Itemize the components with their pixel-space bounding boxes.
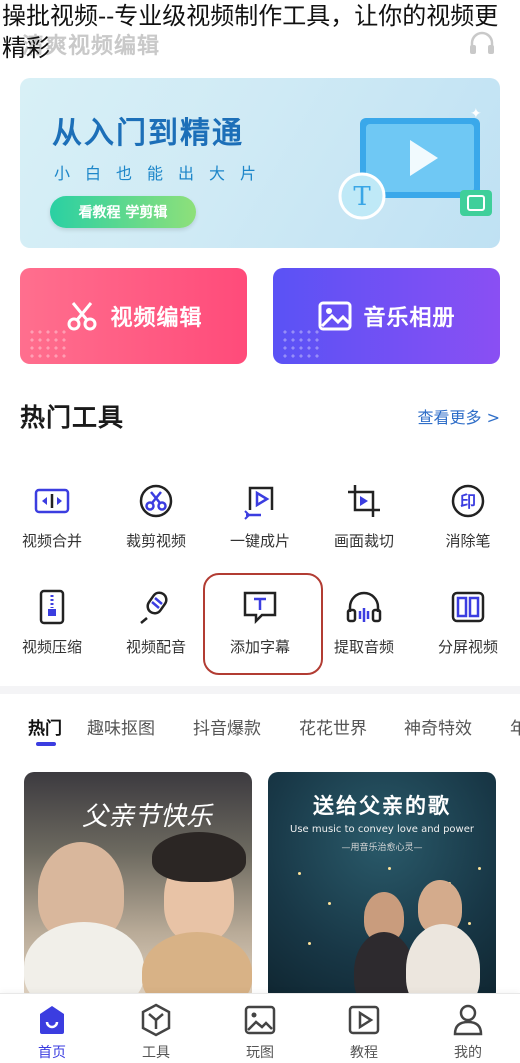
svg-text:印: 印 bbox=[460, 492, 476, 511]
cut-video-icon bbox=[139, 484, 173, 518]
crop-icon bbox=[348, 485, 380, 517]
category-tabs: 热门 趣味抠图 抖音爆款 花花世界 神奇特效 年 bbox=[0, 686, 520, 754]
person-body bbox=[354, 932, 414, 1002]
tool-video-merge[interactable]: 视频合并 bbox=[0, 482, 104, 551]
banner-t-letter: T bbox=[353, 182, 371, 212]
eraser-icon: 印 bbox=[451, 484, 485, 518]
nav-play-image[interactable]: 玩图 bbox=[220, 1002, 300, 1062]
video-edit-card[interactable]: 视频编辑 bbox=[20, 268, 247, 364]
tools-icon bbox=[141, 1003, 171, 1037]
tool-video-compress[interactable]: 视频压缩 bbox=[0, 588, 104, 657]
person-hair bbox=[152, 832, 246, 882]
nav-tutorial[interactable]: 教程 bbox=[324, 1002, 404, 1062]
headphones-icon bbox=[346, 591, 382, 623]
svg-text:✦: ✦ bbox=[470, 108, 482, 122]
tile-subtitle-secondary: —用音乐治愈心灵— bbox=[341, 843, 423, 853]
tool-cut-video[interactable]: 裁剪视频 bbox=[104, 482, 208, 551]
nav-label: 首页 bbox=[38, 1045, 66, 1061]
tile-title: 父亲节快乐 bbox=[82, 802, 213, 832]
tool-label: 视频配音 bbox=[125, 638, 186, 656]
template-tile-fathers-day[interactable]: 父亲节快乐 bbox=[24, 772, 252, 1002]
tile-subtitle: Use music to convey love and power bbox=[290, 824, 474, 835]
nav-home[interactable]: 首页 bbox=[12, 1002, 92, 1062]
tool-split-screen[interactable]: 分屏视频 bbox=[416, 588, 520, 657]
tab-magic-effects[interactable]: 神奇特效 bbox=[404, 714, 472, 739]
picture-icon bbox=[244, 1005, 276, 1035]
tutorial-icon bbox=[348, 1005, 380, 1035]
merge-icon bbox=[34, 488, 70, 514]
dubbing-icon bbox=[140, 591, 168, 624]
video-edit-label: 视频编辑 bbox=[110, 306, 203, 331]
music-album-label: 音乐相册 bbox=[363, 306, 456, 331]
tab-fun-cutout[interactable]: 趣味抠图 bbox=[87, 714, 155, 739]
person-body bbox=[406, 924, 480, 1002]
active-tab-indicator bbox=[36, 742, 56, 746]
tool-video-dubbing[interactable]: 视频配音 bbox=[104, 588, 208, 657]
one-click-icon bbox=[244, 486, 274, 520]
image-icon bbox=[318, 301, 352, 331]
tool-one-click[interactable]: 一键成片 bbox=[208, 482, 312, 551]
nav-profile[interactable]: 我的 bbox=[428, 1002, 508, 1062]
person-coat bbox=[142, 932, 252, 1002]
person-shirt bbox=[24, 922, 144, 1002]
home-icon bbox=[40, 1006, 64, 1034]
split-screen-icon bbox=[451, 591, 485, 623]
banner-title: 从入门到精通 bbox=[52, 116, 244, 151]
tool-extract-audio[interactable]: 提取音频 bbox=[312, 588, 416, 657]
tile-title: 送给父亲的歌 bbox=[313, 794, 451, 818]
tool-label: 消除笔 bbox=[445, 532, 491, 550]
subtitle-highlight-frame bbox=[203, 573, 323, 675]
compress-icon bbox=[39, 589, 65, 625]
music-album-card[interactable]: 音乐相册 bbox=[273, 268, 500, 364]
tab-flower-world[interactable]: 花花世界 bbox=[299, 714, 367, 739]
template-tile-song-for-father[interactable]: 送给父亲的歌 Use music to convey love and powe… bbox=[268, 772, 496, 1002]
tool-crop[interactable]: 画面裁切 bbox=[312, 482, 416, 551]
nav-label: 玩图 bbox=[246, 1045, 274, 1061]
tutorial-banner[interactable]: 从入门到精通 小白也能出大片 看教程 学剪辑 T ✦ bbox=[20, 78, 500, 248]
nav-label: 教程 bbox=[350, 1045, 378, 1061]
tool-label: 画面裁切 bbox=[333, 532, 394, 550]
tab-douyin-hits[interactable]: 抖音爆款 bbox=[193, 714, 261, 739]
tab-hot[interactable]: 热门 bbox=[28, 714, 62, 739]
tool-label: 分屏视频 bbox=[437, 638, 498, 656]
tool-label: 视频压缩 bbox=[21, 638, 82, 656]
hot-tools-title: 热门工具 bbox=[20, 403, 125, 432]
banner-tutorial-button[interactable]: 看教程 学剪辑 bbox=[50, 196, 196, 228]
tool-label: 提取音频 bbox=[333, 638, 394, 656]
tool-eraser[interactable]: 印 消除笔 bbox=[416, 482, 520, 551]
overlay-caption: 操批视频--专业级视频制作工具，让你的视频更精彩 bbox=[2, 2, 499, 62]
banner-subtitle: 小白也能出大片 bbox=[54, 164, 272, 183]
scissors-icon bbox=[67, 302, 97, 331]
video-player-illustration-icon: T ✦ bbox=[338, 108, 492, 220]
tool-label: 一键成片 bbox=[229, 532, 290, 550]
nav-tools[interactable]: 工具 bbox=[116, 1002, 196, 1062]
see-more-link[interactable]: 查看更多 > bbox=[418, 404, 501, 428]
profile-icon bbox=[453, 1004, 483, 1036]
tool-label: 裁剪视频 bbox=[125, 532, 186, 550]
nav-label: 工具 bbox=[142, 1045, 170, 1061]
nav-label: 我的 bbox=[454, 1045, 482, 1061]
tab-partial[interactable]: 年 bbox=[510, 714, 520, 739]
tool-label: 视频合并 bbox=[21, 532, 82, 550]
bottom-nav: 首页 工具 玩图 教程 我的 bbox=[0, 993, 520, 1063]
